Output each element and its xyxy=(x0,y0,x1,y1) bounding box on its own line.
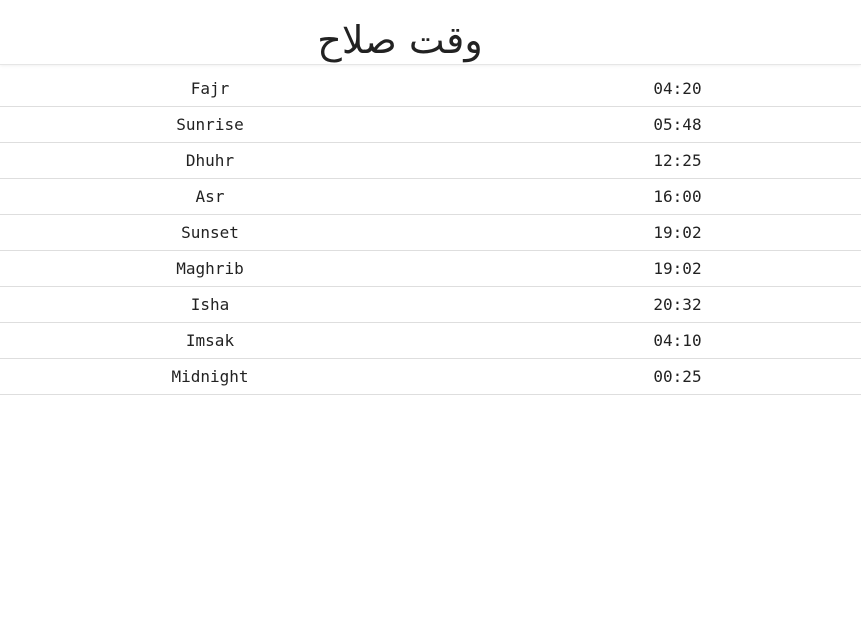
table-row: Asr 16:00 xyxy=(0,179,861,215)
table-row: Sunrise 05:48 xyxy=(0,107,861,143)
prayer-name: Isha xyxy=(190,295,230,314)
page-title: وقت صلاح xyxy=(317,18,483,62)
prayer-time: 12:25 xyxy=(653,151,702,170)
table-row: Maghrib 19:02 xyxy=(0,251,861,287)
prayer-time: 19:02 xyxy=(653,259,702,278)
prayer-time: 00:25 xyxy=(653,367,702,386)
prayer-time: 04:20 xyxy=(653,79,702,98)
prayer-time: 20:32 xyxy=(653,295,702,314)
prayer-times-table: Fajr 04:20 Sunrise 05:48 Dhuhr 12:25 Asr… xyxy=(0,71,861,395)
prayer-time: 04:10 xyxy=(653,331,702,350)
table-row: Imsak 04:10 xyxy=(0,323,861,359)
prayer-name: Asr xyxy=(195,187,225,206)
prayer-time: 16:00 xyxy=(653,187,702,206)
prayer-name: Imsak xyxy=(185,331,235,350)
table-row: Midnight 00:25 xyxy=(0,359,861,395)
prayer-time: 05:48 xyxy=(653,115,702,134)
app-header: وقت صلاح xyxy=(0,0,861,65)
table-row: Fajr 04:20 xyxy=(0,71,861,107)
prayer-name: Fajr xyxy=(190,79,230,98)
prayer-name: Sunset xyxy=(181,223,239,242)
table-row: Isha 20:32 xyxy=(0,287,861,323)
prayer-time: 19:02 xyxy=(653,223,702,242)
prayer-name: Maghrib xyxy=(176,259,244,278)
prayer-name: Midnight xyxy=(171,367,249,386)
prayer-name: Sunrise xyxy=(176,115,244,134)
table-row: Sunset 19:02 xyxy=(0,215,861,251)
prayer-name: Dhuhr xyxy=(185,151,235,170)
table-row: Dhuhr 12:25 xyxy=(0,143,861,179)
